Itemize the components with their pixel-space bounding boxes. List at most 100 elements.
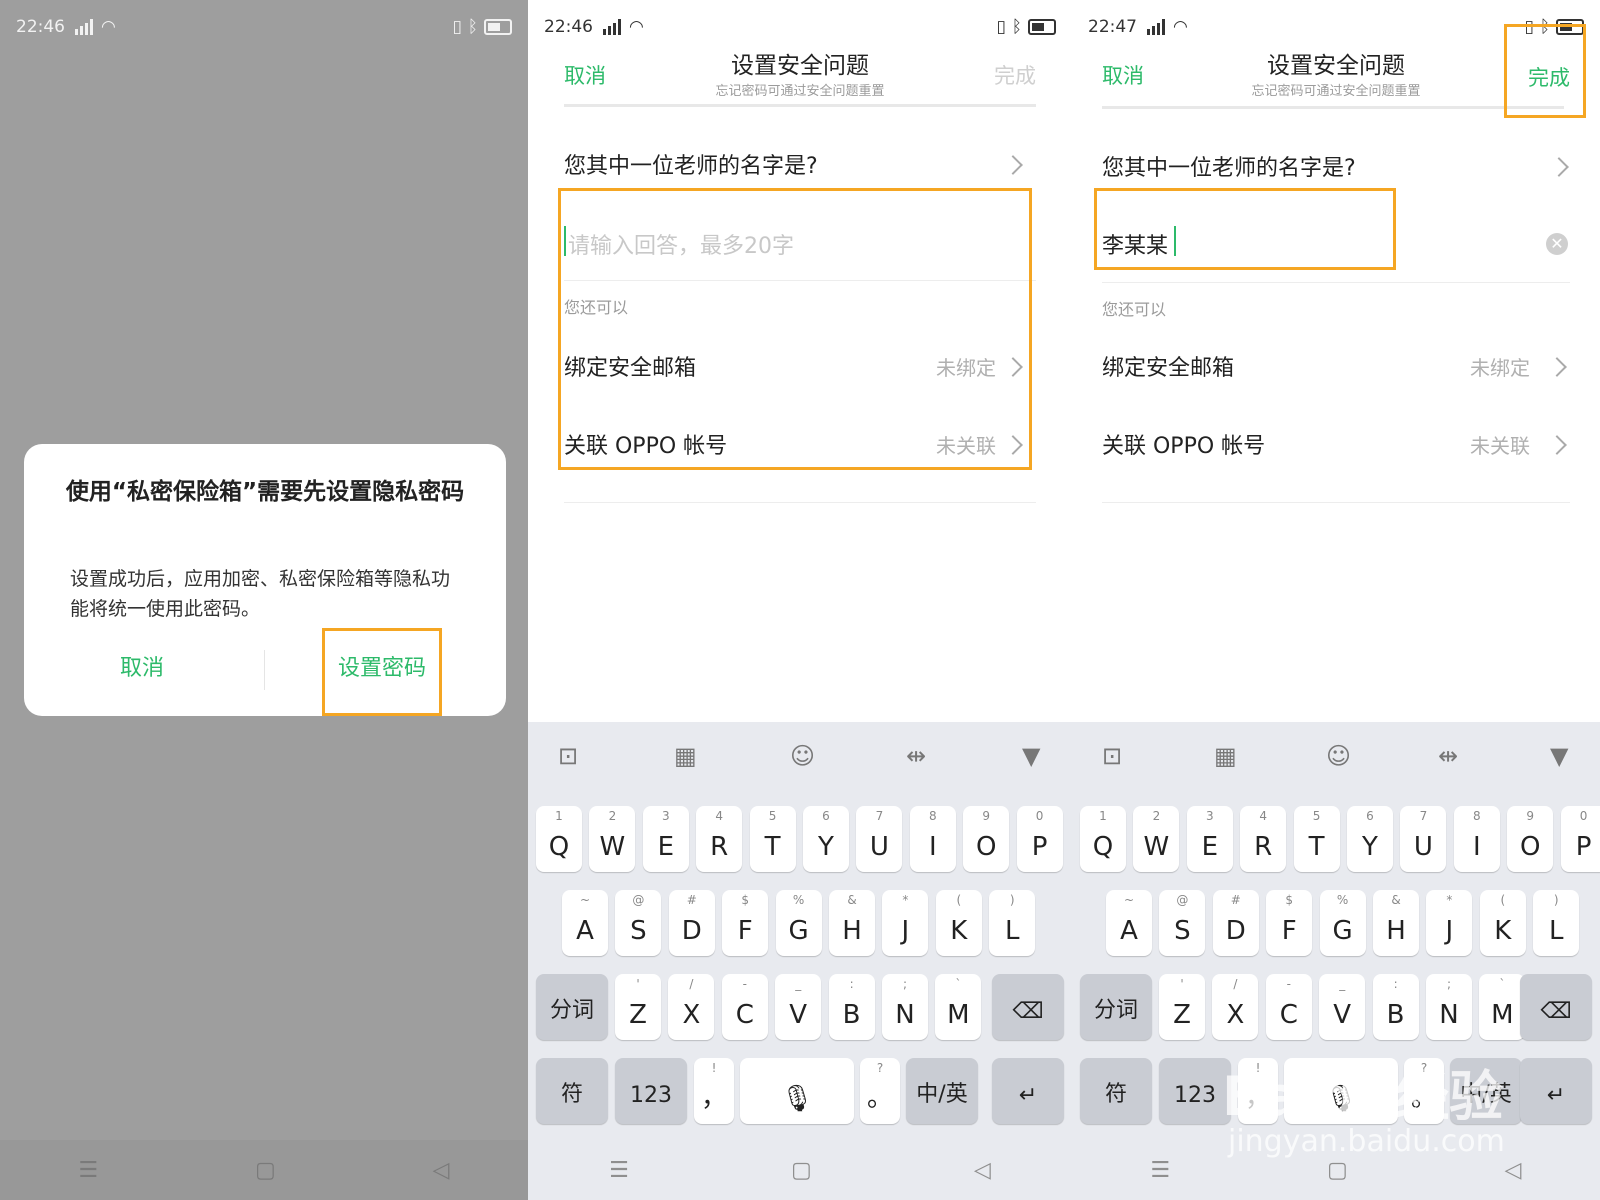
key-o[interactable]: 9O <box>963 806 1010 872</box>
key-e[interactable]: 3E <box>1186 806 1233 872</box>
key-label: 。 <box>866 1083 893 1113</box>
collapse-keyboard-icon[interactable]: ▼ <box>1550 742 1568 770</box>
key-q[interactable]: 1Q <box>536 806 582 872</box>
key-a[interactable]: ~ A <box>1106 890 1152 956</box>
key-c[interactable]: -C <box>721 974 768 1040</box>
emoji-icon[interactable]: ☺ <box>790 742 815 770</box>
signal-icon <box>1147 19 1165 35</box>
cancel-button[interactable]: 取消 <box>1102 60 1144 90</box>
key-p[interactable]: 0P <box>1016 806 1063 872</box>
question-select[interactable]: 您其中一位老师的名字是? <box>1102 150 1356 182</box>
key-j[interactable]: * J <box>1426 890 1473 956</box>
key-b[interactable]: :B <box>1372 974 1419 1040</box>
key-l[interactable]: ) L <box>1533 890 1580 956</box>
key-hint: & <box>847 893 857 907</box>
segment-key[interactable]: 分词 <box>1080 974 1152 1040</box>
numbers-key[interactable]: 123 <box>1159 1058 1231 1124</box>
home-nav-icon[interactable]: ▢ <box>255 1158 276 1183</box>
key-a[interactable]: ~ A <box>562 890 608 956</box>
key-f[interactable]: $ F <box>722 890 769 956</box>
key-o[interactable]: 9O <box>1507 806 1554 872</box>
key-t[interactable]: 5T <box>749 806 796 872</box>
key-i[interactable]: 8I <box>909 806 956 872</box>
key-j[interactable]: * J <box>882 890 929 956</box>
enter-key[interactable]: ↵ <box>1520 1058 1592 1124</box>
key-y[interactable]: 6Y <box>1347 806 1393 872</box>
keyboard-icon[interactable]: ▦ <box>1214 742 1237 770</box>
key-d[interactable]: # D <box>1212 890 1259 956</box>
key-r[interactable]: 4R <box>696 806 743 872</box>
menu-nav-icon[interactable]: ☰ <box>1150 1158 1170 1183</box>
key-u[interactable]: 7U <box>856 806 903 872</box>
key-v[interactable]: _ V <box>1319 974 1366 1040</box>
key-label: E <box>1201 832 1219 862</box>
key-q[interactable]: 1Q <box>1080 806 1126 872</box>
backspace-key[interactable]: ⌫ <box>992 974 1064 1040</box>
clear-icon[interactable]: ✕ <box>1546 233 1568 255</box>
home-nav-icon[interactable]: ▢ <box>791 1158 812 1183</box>
key-h[interactable]: & H <box>829 890 875 956</box>
key-n[interactable]: ; N <box>882 974 928 1040</box>
symbols-key[interactable]: 符 <box>536 1058 608 1124</box>
key-u[interactable]: 7U <box>1400 806 1447 872</box>
key-e[interactable]: 3E <box>642 806 689 872</box>
collapse-keyboard-icon[interactable]: ▼ <box>1022 742 1040 770</box>
back-nav-icon[interactable]: ◁ <box>433 1158 450 1183</box>
backspace-key[interactable]: ⌫ <box>1520 974 1592 1040</box>
numbers-key[interactable]: 123 <box>615 1058 687 1124</box>
key-m[interactable]: ` M <box>1479 974 1526 1040</box>
key-y[interactable]: 6Y <box>803 806 849 872</box>
key-c[interactable]: -C <box>1265 974 1312 1040</box>
space-voice-key[interactable]: 🎙 <box>740 1058 854 1124</box>
key-n[interactable]: ; N <box>1426 974 1472 1040</box>
key-z[interactable]: ' Z <box>615 974 661 1040</box>
key-v[interactable]: _ V <box>775 974 822 1040</box>
question-select[interactable]: 您其中一位老师的名字是? <box>564 148 818 180</box>
toolbox-icon[interactable]: ⊡ <box>1102 742 1122 770</box>
key-i[interactable]: 8I <box>1453 806 1500 872</box>
home-nav-icon[interactable]: ▢ <box>1327 1158 1348 1183</box>
period-key[interactable]: ?。 <box>860 1058 900 1124</box>
back-nav-icon[interactable]: ◁ <box>974 1158 991 1183</box>
menu-nav-icon[interactable]: ☰ <box>609 1158 629 1183</box>
toolbox-icon[interactable]: ⊡ <box>558 742 578 770</box>
lang-switch-key[interactable]: 中/英 <box>906 1058 978 1124</box>
keyboard-icon[interactable]: ▦ <box>674 742 697 770</box>
cursor-move-icon[interactable]: ⇹ <box>1438 742 1458 770</box>
key-p[interactable]: 0P <box>1560 806 1600 872</box>
key-s[interactable]: @ S <box>1159 890 1206 956</box>
menu-nav-icon[interactable]: ☰ <box>78 1158 98 1183</box>
key-k[interactable]: (K <box>1479 890 1526 956</box>
key-m[interactable]: ` M <box>935 974 982 1040</box>
key-w[interactable]: 2W <box>589 806 636 872</box>
key-k[interactable]: (K <box>935 890 982 956</box>
key-f[interactable]: $ F <box>1266 890 1313 956</box>
enter-key[interactable]: ↵ <box>992 1058 1064 1124</box>
key-s[interactable]: @ S <box>615 890 662 956</box>
emoji-icon[interactable]: ☺ <box>1326 742 1351 770</box>
done-button[interactable]: 完成 <box>994 60 1036 90</box>
key-z[interactable]: ' Z <box>1159 974 1205 1040</box>
comma-key[interactable]: !， <box>694 1058 734 1124</box>
key-r[interactable]: 4R <box>1240 806 1287 872</box>
link-oppo-account-item[interactable]: 关联 OPPO 帐号 <box>1102 428 1265 460</box>
key-g[interactable]: % G <box>775 890 822 956</box>
back-nav-icon[interactable]: ◁ <box>1505 1158 1522 1183</box>
key-g[interactable]: % G <box>1319 890 1366 956</box>
key-x[interactable]: / X <box>668 974 715 1040</box>
key-label: ， <box>700 1083 727 1113</box>
key-l[interactable]: ) L <box>989 890 1036 956</box>
segment-key[interactable]: 分词 <box>536 974 608 1040</box>
key-w[interactable]: 2W <box>1133 806 1180 872</box>
dialog-cancel-button[interactable]: 取消 <box>120 650 164 682</box>
cancel-button[interactable]: 取消 <box>564 60 606 90</box>
key-hint: ` <box>1499 977 1506 991</box>
key-d[interactable]: # D <box>668 890 715 956</box>
key-b[interactable]: :B <box>828 974 875 1040</box>
key-t[interactable]: 5T <box>1293 806 1340 872</box>
cursor-move-icon[interactable]: ⇹ <box>906 742 926 770</box>
key-x[interactable]: / X <box>1212 974 1259 1040</box>
key-h[interactable]: & H <box>1373 890 1419 956</box>
symbols-key[interactable]: 符 <box>1080 1058 1152 1124</box>
bind-email-item[interactable]: 绑定安全邮箱 <box>1102 350 1234 382</box>
